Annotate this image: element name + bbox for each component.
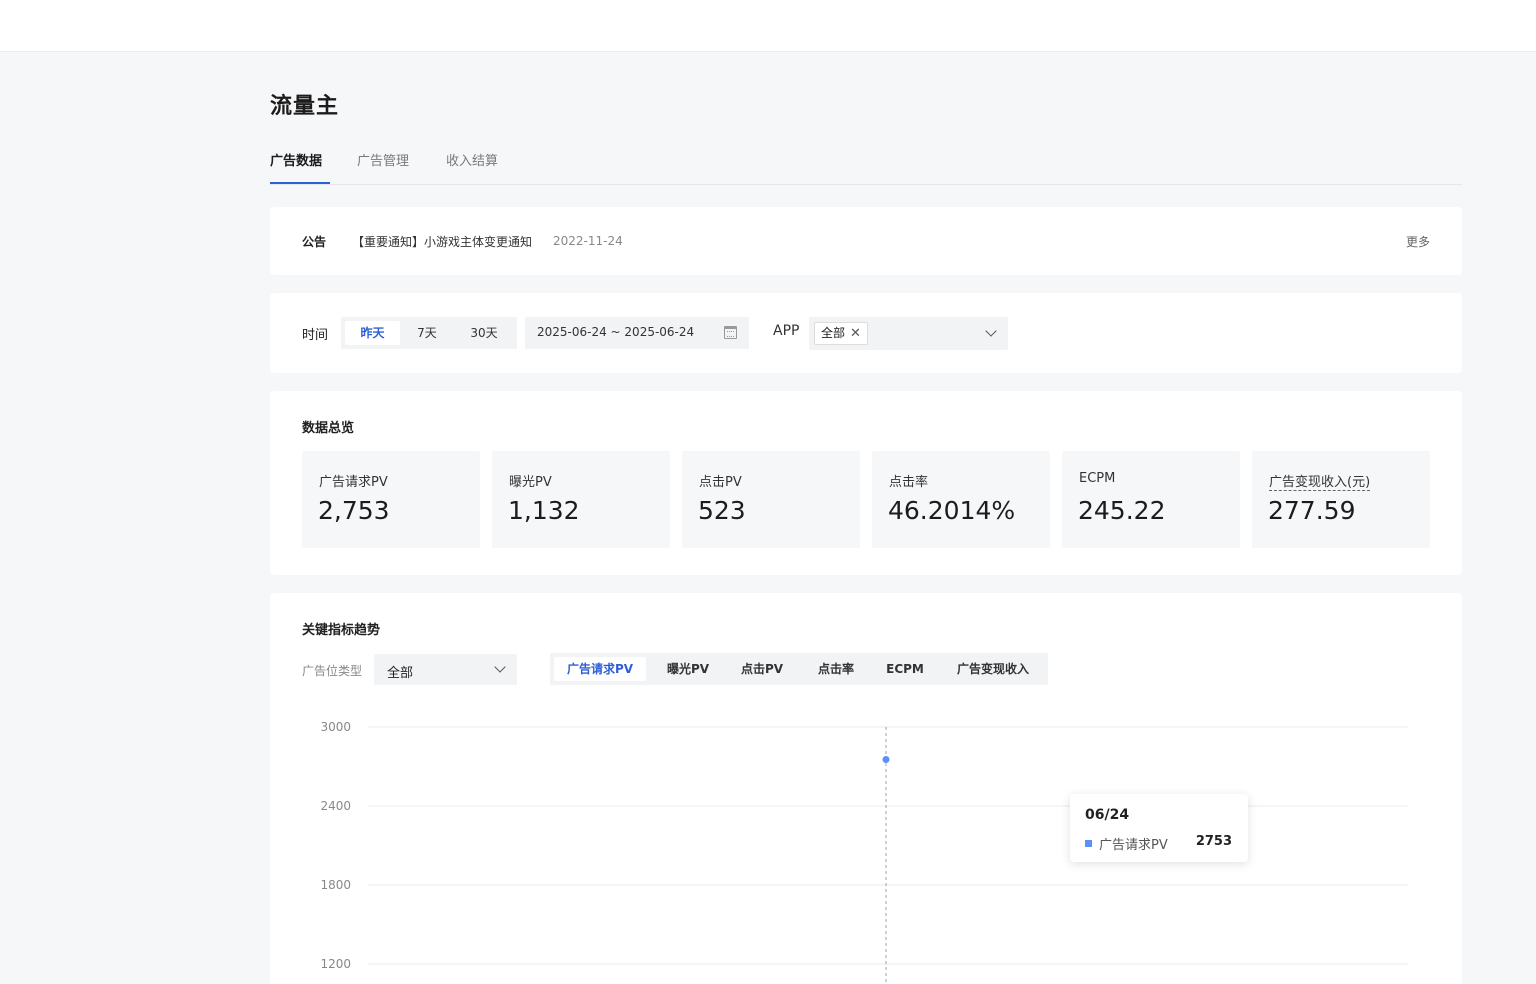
- metric-exposure-pv: 曝光PV 1,132: [492, 451, 670, 548]
- metric-tab-ecpm[interactable]: ECPM: [876, 657, 934, 681]
- notice-date: 2022-11-24: [553, 234, 623, 248]
- chevron-down-icon[interactable]: [985, 325, 997, 337]
- calendar-icon: [724, 326, 737, 339]
- metric-ad-revenue: 广告变现收入(元) 277.59: [1252, 451, 1430, 548]
- metric-tab-click-pv[interactable]: 点击PV: [728, 657, 796, 681]
- metric-label: 曝光PV: [509, 475, 552, 490]
- tooltip-series-name: 广告请求PV: [1099, 838, 1168, 853]
- time-label: 时间: [302, 328, 329, 343]
- metric-tab-exposure-pv[interactable]: 曝光PV: [653, 657, 723, 681]
- overview-title: 数据总览: [302, 421, 355, 436]
- ad-type-label: 广告位类型: [302, 664, 363, 678]
- data-point: [882, 756, 890, 764]
- metric-value: 1,132: [508, 496, 580, 525]
- metric-tab-ad-request-pv[interactable]: 广告请求PV: [554, 657, 646, 681]
- tab-ad-management[interactable]: 广告管理: [357, 150, 409, 169]
- range-7d-button[interactable]: 7天: [400, 321, 454, 345]
- metric-value: 245.22: [1078, 496, 1166, 525]
- y-tick-label: 3000: [320, 720, 351, 734]
- metric-value: 46.2014%: [888, 496, 1016, 525]
- notice-more-link[interactable]: 更多: [1406, 233, 1430, 250]
- metric-value: 2,753: [318, 496, 390, 525]
- main-tabs: 广告数据 广告管理 收入结算: [270, 146, 1462, 185]
- y-tick-label: 1800: [320, 878, 351, 892]
- series-marker-icon: [1085, 840, 1092, 847]
- app-selected-tag: 全部 ✕: [814, 322, 868, 345]
- range-yesterday-button[interactable]: 昨天: [345, 321, 400, 345]
- metric-ecpm: ECPM 245.22: [1062, 451, 1240, 548]
- metric-label: 点击率: [889, 475, 929, 490]
- filter-card: 时间 昨天 7天 30天 2025-06-24 ~ 2025-06-24 APP…: [270, 293, 1462, 373]
- metric-label: ECPM: [1079, 471, 1116, 486]
- metric-value: 523: [698, 496, 746, 525]
- page-title: 流量主: [270, 94, 340, 119]
- tooltip-date: 06/24: [1085, 807, 1130, 823]
- y-tick-label: 2400: [320, 799, 351, 813]
- tooltip-series-value: 2753: [1195, 834, 1232, 849]
- metric-tab-click-rate[interactable]: 点击率: [804, 657, 868, 681]
- top-bar: [0, 0, 1536, 52]
- ad-type-select[interactable]: 全部: [374, 654, 517, 685]
- app-label: APP: [773, 323, 800, 339]
- tab-revenue-settlement[interactable]: 收入结算: [446, 150, 498, 169]
- trend-line-chart: 3000 2400 1800 1200: [320, 720, 1408, 984]
- y-tick-label: 1200: [320, 957, 351, 971]
- metric-tab-ad-revenue[interactable]: 广告变现收入: [942, 657, 1044, 681]
- notice-link[interactable]: 【重要通知】小游戏主体变更通知: [352, 233, 532, 250]
- app-tag-label: 全部: [821, 326, 846, 340]
- metric-click-pv: 点击PV 523: [682, 451, 860, 548]
- active-tab-indicator: [270, 182, 330, 184]
- date-range-value: 2025-06-24 ~ 2025-06-24: [537, 325, 695, 339]
- trend-title: 关键指标趋势: [302, 623, 381, 638]
- chart-tooltip: 06/24 广告请求PV 2753: [1070, 794, 1248, 862]
- date-range-picker[interactable]: 2025-06-24 ~ 2025-06-24: [525, 317, 749, 349]
- app-select[interactable]: 全部 ✕: [809, 317, 1008, 350]
- metric-label: 广告请求PV: [319, 475, 388, 490]
- metric-label-tooltip-trigger[interactable]: 广告变现收入(元): [1269, 471, 1371, 491]
- key-metrics-trend-card: 关键指标趋势 广告位类型 全部 广告请求PV 曝光PV 点击PV 点击率 ECP…: [270, 593, 1462, 984]
- range-30d-button[interactable]: 30天: [454, 321, 514, 345]
- metric-value: 277.59: [1268, 496, 1356, 525]
- close-icon[interactable]: ✕: [850, 323, 861, 344]
- metric-label: 点击PV: [699, 475, 742, 490]
- ad-type-value: 全部: [387, 666, 414, 681]
- metric-tabs: 广告请求PV 曝光PV 点击PV 点击率 ECPM 广告变现收入: [550, 653, 1048, 685]
- metric-ad-request-pv: 广告请求PV 2,753: [302, 451, 480, 548]
- notice-label: 公告: [302, 235, 327, 249]
- data-overview-card: 数据总览 广告请求PV 2,753 曝光PV 1,132 点击PV 523 点击…: [270, 391, 1462, 575]
- time-range-segmented: 昨天 7天 30天: [341, 317, 517, 349]
- notice-card: 公告 【重要通知】小游戏主体变更通知 2022-11-24 更多: [270, 207, 1462, 275]
- chevron-down-icon: [494, 661, 506, 673]
- tab-ad-data[interactable]: 广告数据: [270, 150, 322, 169]
- metric-click-rate: 点击率 46.2014%: [872, 451, 1050, 548]
